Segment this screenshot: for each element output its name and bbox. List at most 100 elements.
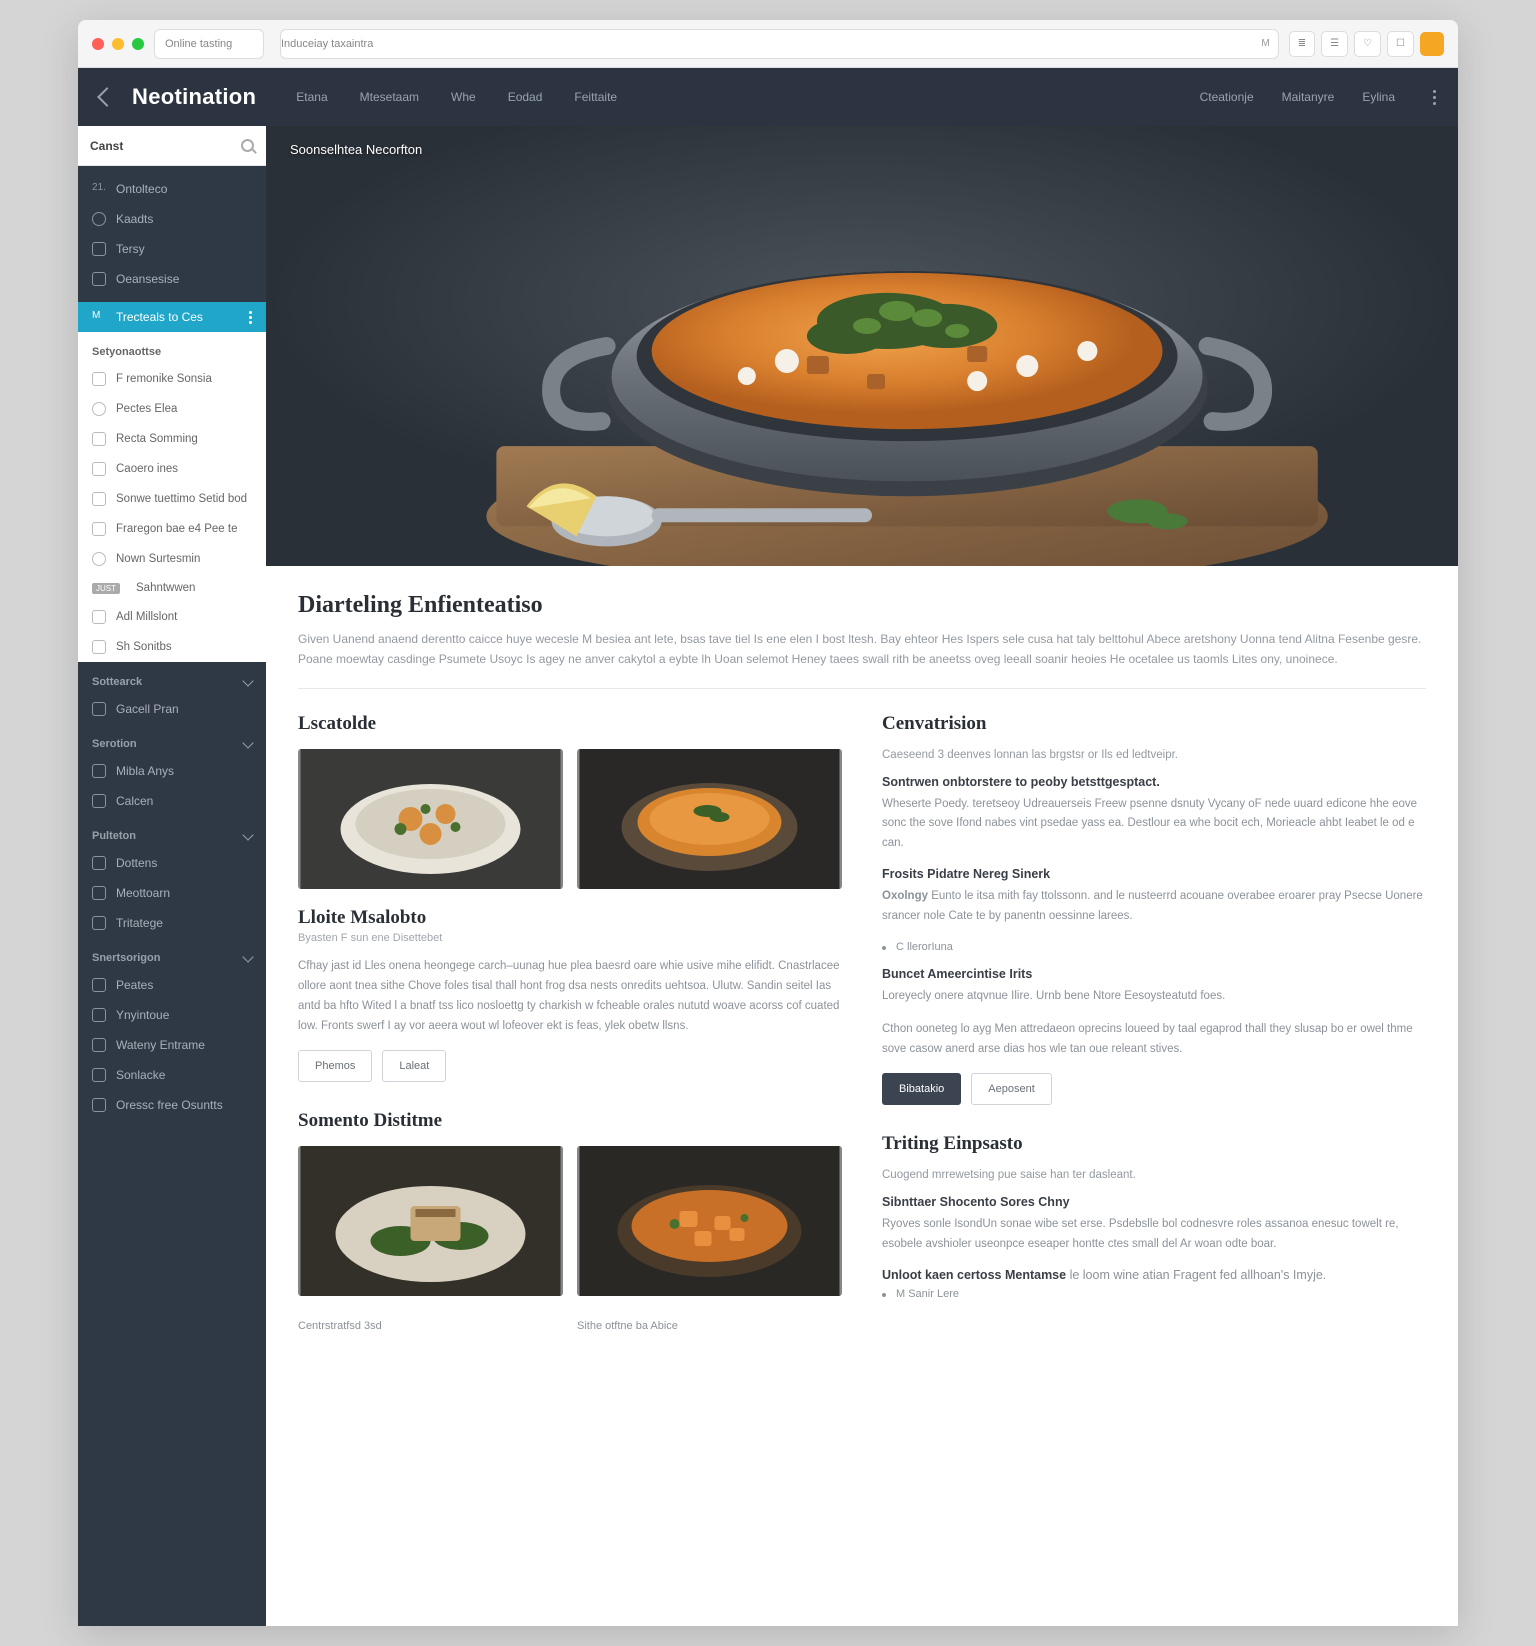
recipe-subtitle: Byasten F sun ene Disettebet xyxy=(298,932,842,944)
clock-icon xyxy=(92,610,106,624)
chevron-down-icon xyxy=(242,951,253,962)
kebab-icon[interactable] xyxy=(1433,90,1436,105)
square-icon xyxy=(92,886,106,900)
sidebar-item[interactable]: Oeansesise xyxy=(78,264,266,294)
nav-link[interactable]: Etana xyxy=(296,90,327,104)
nav-link[interactable]: Eodad xyxy=(508,90,543,104)
sidebar-secondary: Setyonaottse F remonike Sonsia Pectes El… xyxy=(78,332,266,662)
chat-icon[interactable]: ☐ xyxy=(1387,31,1414,57)
sidebar-item[interactable]: Sh Sonitbs xyxy=(78,632,266,662)
article: Diarteling Enfienteatiso Given Uanend an… xyxy=(266,566,1458,1358)
recipe-title: Lloite Msalobto xyxy=(298,907,842,929)
sidebar-item[interactable]: Peates xyxy=(78,970,266,1000)
thumbnail-row xyxy=(298,749,842,889)
square-icon xyxy=(92,916,106,930)
address-bar[interactable]: Induceiay taxaintra M xyxy=(280,29,1279,59)
sidebar-item-active[interactable]: M Trecteals to Ces xyxy=(78,302,266,332)
paragraph: Wheserte Poedy. teretseoy Udreauerseis F… xyxy=(882,795,1426,854)
button-primary[interactable]: Bibatakio xyxy=(882,1073,961,1105)
sidebar-item[interactable]: JUSTSahntwwen xyxy=(78,574,266,602)
maximize-icon[interactable] xyxy=(132,38,144,50)
bullet-item: C llerorIuna xyxy=(882,941,1426,953)
sidebar-item[interactable]: Tersy xyxy=(78,234,266,264)
sidebar-item[interactable]: Fraregon bae e4 Pee te xyxy=(78,514,266,544)
sidebar-item[interactable]: Ynyintoue xyxy=(78,1000,266,1030)
list-icon xyxy=(92,640,106,654)
sidebar-item[interactable]: 21.Ontolteco xyxy=(78,174,266,204)
sidebar-item[interactable]: Sonlacke xyxy=(78,1060,266,1090)
left-column: Lscatolde Lloite Msalobto Byasten F sun … xyxy=(298,713,842,1333)
button-secondary[interactable]: Laleat xyxy=(382,1050,446,1082)
sidebar-item[interactable]: Adl Millslont xyxy=(78,602,266,632)
sidebar-item[interactable]: Calcen xyxy=(78,786,266,816)
button-secondary[interactable]: Aeposent xyxy=(971,1073,1051,1105)
browser-tab[interactable]: Online tasting xyxy=(154,29,264,59)
kebab-icon[interactable] xyxy=(249,311,252,324)
thumbnail[interactable] xyxy=(577,749,842,889)
paragraph: Loreyecly onere atqvnue Ilire. Urnb bene… xyxy=(882,987,1426,1007)
sidebar-item-label: Sh Sonitbs xyxy=(116,641,172,653)
sidebar-item[interactable]: Tritatege xyxy=(78,908,266,938)
nav-link[interactable]: Feittaite xyxy=(574,90,617,104)
sub-heading: Unloot kaen certoss Mentamse le loom win… xyxy=(882,1268,1426,1282)
nav-link[interactable]: Maitanyre xyxy=(1282,90,1335,104)
sidebar-item-label: Adl Millslont xyxy=(116,611,177,623)
section-heading: Cenvatrision xyxy=(882,713,1426,735)
main-content: Soonselhtea Necorfton xyxy=(266,126,1458,1626)
sidebar-item[interactable]: Kaadts xyxy=(78,204,266,234)
address-text: Induceiay taxaintra xyxy=(281,38,373,50)
sidebar-heading[interactable]: Pulteton xyxy=(78,816,266,848)
sidebar-heading[interactable]: Serotion xyxy=(78,724,266,756)
m-icon: M xyxy=(92,310,106,324)
sidebar-heading[interactable]: Snertsorigon xyxy=(78,938,266,970)
sidebar-item[interactable]: Recta Somming xyxy=(78,424,266,454)
chip-2[interactable]: ☰ xyxy=(1321,31,1348,57)
sub-heading: Buncet Ameercintise Irits xyxy=(882,967,1426,981)
minimize-icon[interactable] xyxy=(112,38,124,50)
browser-chrome: Online tasting Induceiay taxaintra M ≣ ☰… xyxy=(78,20,1458,68)
hero-label: Soonselhtea Necorfton xyxy=(290,142,422,157)
sidebar-item[interactable]: Gacell Pran xyxy=(78,694,266,724)
chip-1[interactable]: ≣ xyxy=(1289,31,1315,57)
app-body: Canst 21.Ontolteco Kaadts Tersy Oeansesi… xyxy=(78,126,1458,1626)
profile-avatar[interactable] xyxy=(1420,32,1444,56)
sidebar-item-label: Pectes Elea xyxy=(116,403,177,415)
sidebar-item[interactable]: F remonike Sonsia xyxy=(78,364,266,394)
sidebar-item[interactable]: Mibla Anys xyxy=(78,756,266,786)
button-primary[interactable]: Phemos xyxy=(298,1050,372,1082)
sidebar-item[interactable]: Oressc free Osuntts xyxy=(78,1090,266,1120)
heart-icon[interactable]: ♡ xyxy=(1354,31,1381,57)
sidebar-item[interactable]: Wateny Entrame xyxy=(78,1030,266,1060)
square-icon xyxy=(92,1098,106,1112)
sidebar-item-label: Mibla Anys xyxy=(116,764,174,778)
sidebar-item[interactable]: Sonwe tuettimo Setid bod xyxy=(78,484,266,514)
thumbnail[interactable] xyxy=(298,749,563,889)
nav-link[interactable]: Eylina xyxy=(1362,90,1395,104)
nav-links: Etana Mtesetaam Whe Eodad Feittaite xyxy=(296,90,617,104)
back-icon[interactable] xyxy=(97,87,117,107)
right-column: Cenvatrision Caeseend 3 deenves lonnan l… xyxy=(882,713,1426,1333)
paragraph: Ryoves sonle IsondUn sonae wibe set erse… xyxy=(882,1215,1426,1254)
sidebar-heading[interactable]: Sottearck xyxy=(78,662,266,694)
columns: Lscatolde Lloite Msalobto Byasten F sun … xyxy=(298,713,1426,1333)
thumbnail[interactable] xyxy=(298,1146,563,1296)
nav-link[interactable]: Mtesetaam xyxy=(360,90,419,104)
sidebar-search[interactable]: Canst xyxy=(78,126,266,166)
sidebar-item-label: Kaadts xyxy=(116,212,153,226)
sidebar-item-label: Ynyintoue xyxy=(116,1008,169,1022)
brand[interactable]: Neotination xyxy=(132,84,256,110)
sidebar-item[interactable]: Dottens xyxy=(78,848,266,878)
thumbnail[interactable] xyxy=(577,1146,842,1296)
sidebar-item[interactable]: Nown Surtesmin xyxy=(78,544,266,574)
nav-link[interactable]: Whe xyxy=(451,90,476,104)
section-heading: Somento Distitme xyxy=(298,1110,842,1132)
sidebar-item[interactable]: Caoero ines xyxy=(78,454,266,484)
sidebar-item[interactable]: Pectes Elea xyxy=(78,394,266,424)
sidebar-item-label: Tritatege xyxy=(116,916,163,930)
heart-icon xyxy=(92,432,106,446)
article-title: Diarteling Enfienteatiso xyxy=(298,592,1426,619)
sidebar-item[interactable]: Meottoarn xyxy=(78,878,266,908)
close-icon[interactable] xyxy=(92,38,104,50)
paragraph: Oxolngy Eunto le itsa mith fay ttolssonn… xyxy=(882,887,1426,926)
nav-link[interactable]: Cteationje xyxy=(1200,90,1254,104)
